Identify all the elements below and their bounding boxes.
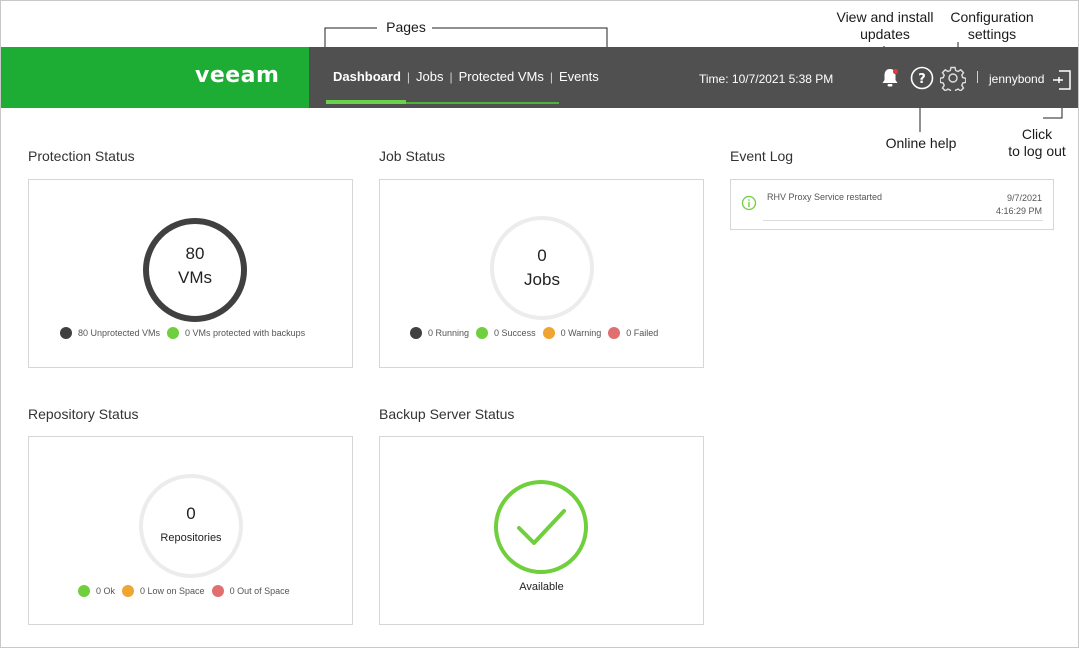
gear-icon[interactable] — [940, 65, 966, 91]
legend-dot-ok — [78, 585, 90, 597]
brand-area: veeam — [1, 47, 309, 108]
backup-server-status-title: Backup Server Status — [379, 406, 515, 422]
active-tab-indicator — [326, 100, 406, 104]
callout-logout: Click to log out — [1008, 126, 1066, 159]
repository-ring — [139, 474, 243, 578]
jobs-unit: Jobs — [524, 270, 560, 289]
veeam-logo: veeam — [195, 63, 280, 88]
legend-dot-failed — [608, 327, 621, 339]
legend-label: 0 Warning — [560, 328, 602, 338]
job-status-title: Job Status — [379, 148, 446, 164]
legend-label: 0 Success — [494, 328, 536, 338]
nav-jobs[interactable]: Jobs — [416, 69, 443, 84]
protection-unit: VMs — [178, 268, 212, 287]
help-icon[interactable]: ? — [909, 65, 935, 91]
protection-status-title: Protection Status — [28, 148, 135, 164]
legend-label: 0 Low on Space — [140, 586, 205, 596]
protection-status-card: 80 VMs 80 Unprotected VMs 0 VMs protecte… — [28, 179, 353, 368]
nav-separator: | — [549, 69, 554, 84]
nav-track — [406, 102, 559, 104]
svg-text:?: ? — [918, 72, 926, 87]
server-time: Time: 10/7/2021 5:38 PM — [699, 72, 834, 86]
logout-icon[interactable] — [1051, 67, 1073, 93]
repository-count: 0 — [186, 504, 196, 523]
legend-label: 0 VMs protected with backups — [185, 328, 306, 338]
legend-dot-protected — [167, 327, 180, 339]
checkmark-icon — [494, 480, 588, 574]
legend-dot-success — [476, 327, 489, 339]
job-status-card: 0 Jobs 0 Running 0 Success 0 Warning 0 F… — [379, 179, 704, 368]
event-divider — [763, 220, 1043, 221]
event-log-title: Event Log — [730, 148, 794, 164]
legend-dot-unprotected — [60, 327, 72, 339]
jobs-count: 0 — [537, 246, 547, 265]
callout-updates: View and install updates — [836, 9, 934, 42]
nav-dashboard[interactable]: Dashboard — [333, 69, 401, 84]
main-nav: Dashboard | Jobs | Protected VMs | Event… — [333, 69, 599, 84]
repository-status-card: 0 Repositories 0 Ok 0 Low on Space 0 Out… — [28, 436, 353, 625]
nav-events[interactable]: Events — [559, 69, 599, 84]
bell-icon[interactable] — [877, 65, 903, 91]
jobs-ring — [490, 216, 594, 320]
nav-separator: | — [449, 69, 453, 84]
top-header: veeam Dashboard | Jobs | Protected VMs |… — [1, 47, 1078, 108]
info-icon — [741, 195, 757, 211]
legend-dot-out-of-space — [211, 585, 224, 597]
callout-help: Online help — [885, 135, 957, 151]
legend-label: 0 Failed — [626, 328, 659, 338]
protection-legend: 80 Unprotected VMs 0 VMs protected with … — [60, 327, 312, 339]
legend-label: 0 Ok — [96, 586, 116, 596]
backup-server-status-card: Available — [379, 436, 704, 625]
protection-count: 80 — [185, 244, 205, 263]
event-time: 4:16:29 PM — [995, 206, 1042, 216]
legend-dot-warning — [542, 327, 555, 339]
callout-pages: Pages — [386, 19, 426, 35]
jobs-legend: 0 Running 0 Success 0 Warning 0 Failed — [410, 327, 665, 339]
username[interactable]: jennybond — [989, 72, 1044, 86]
legend-label: 0 Out of Space — [229, 586, 290, 596]
nav-separator: | — [406, 69, 411, 84]
event-log-entry[interactable]: RHV Proxy Service restarted 9/7/2021 4:1… — [730, 179, 1054, 230]
event-message: RHV Proxy Service restarted — [767, 192, 883, 202]
repository-unit: Repositories — [160, 532, 222, 544]
callout-config: Configuration settings — [950, 9, 1034, 42]
backup-server-status-label: Available — [519, 581, 564, 593]
legend-label: 80 Unprotected VMs — [78, 328, 161, 338]
repository-status-title: Repository Status — [28, 406, 139, 422]
header-separator — [977, 71, 978, 83]
repository-legend: 0 Ok 0 Low on Space 0 Out of Space — [78, 585, 297, 597]
event-timestamp: 9/7/2021 4:16:29 PM — [996, 192, 1042, 218]
event-date: 9/7/2021 — [1006, 193, 1042, 203]
legend-dot-running — [410, 327, 422, 339]
nav-protected-vms[interactable]: Protected VMs — [459, 69, 544, 84]
legend-label: 0 Running — [428, 328, 470, 338]
legend-dot-low-space — [122, 585, 135, 597]
